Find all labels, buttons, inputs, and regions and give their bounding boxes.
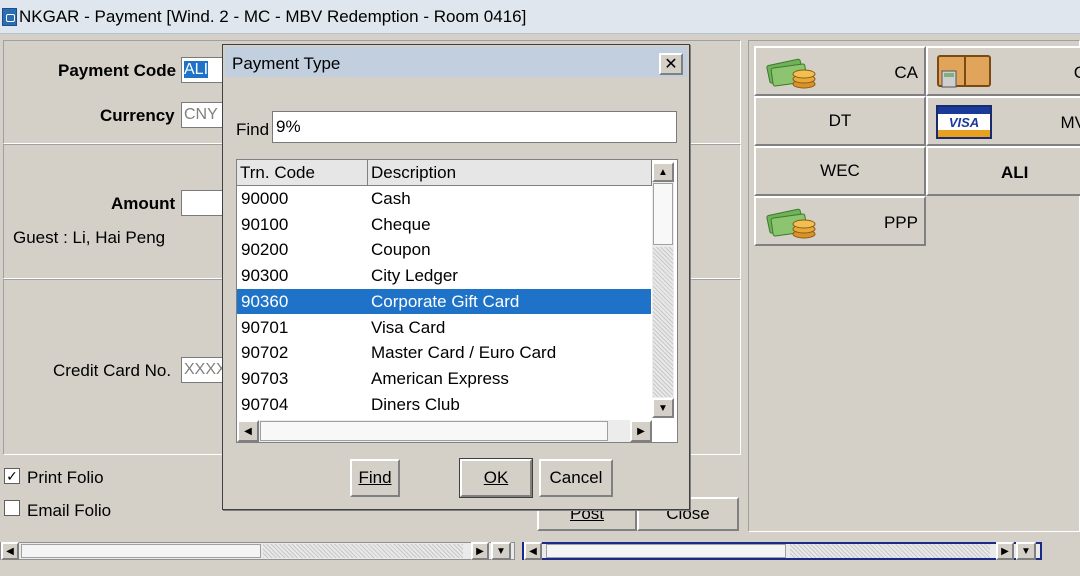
email-folio-checkbox[interactable] — [4, 500, 20, 516]
column-header-description[interactable]: Description — [368, 160, 652, 186]
list-horizontal-scrollbar[interactable]: ◀ ▶ — [237, 420, 652, 442]
description: Cash — [371, 189, 411, 208]
list-item[interactable]: 90100 Cheque — [237, 212, 651, 238]
description: Master Card / Euro Card — [371, 343, 557, 363]
find-label: Find — [236, 120, 270, 139]
trn-code: 90360 — [241, 291, 289, 311]
credit-card-label: Credit Card No. — [53, 361, 172, 380]
calculator-ledger-icon — [937, 55, 991, 88]
description: City Ledger — [371, 266, 458, 286]
visa-card-icon: VISA — [936, 105, 992, 139]
svg-text:VISA: VISA — [949, 115, 979, 130]
amount-label: Amount — [111, 194, 176, 213]
checkmark-icon: ✓ — [6, 468, 18, 484]
scroll-track[interactable] — [653, 247, 673, 397]
currency-label: Currency — [100, 106, 175, 125]
payment-type-dialog[interactable]: Payment Type ✕ Find 9% Trn. Code Descrip… — [222, 44, 690, 510]
trn-code: 90703 — [241, 368, 289, 388]
description: Diners Club — [371, 394, 460, 414]
list-item[interactable]: 90704 Diners Club — [237, 392, 651, 418]
scroll-left-arrow-icon[interactable]: ◀ — [1, 542, 19, 560]
description: Cheque — [371, 214, 431, 234]
window-title-bar[interactable]: NKGAR - Payment [Wind. 2 - MC - MBV Rede… — [0, 0, 1080, 34]
description: Coupon — [371, 240, 431, 260]
payment-button-label: ALI — [1001, 163, 1029, 182]
payment-button-label: MV — [1060, 113, 1080, 132]
bottom-scrollbar-left[interactable]: ◀ ▶ ▼ — [0, 542, 515, 560]
scroll-thumb[interactable] — [21, 544, 261, 558]
dialog-close-button[interactable]: ✕ — [659, 53, 683, 75]
guest-name: Guest : Li, Hai Peng — [13, 228, 166, 247]
payment-button-c[interactable]: C — [926, 46, 1080, 96]
description: American Express — [371, 368, 509, 388]
ok-button-label: OK — [483, 468, 509, 487]
trn-code: 90701 — [241, 317, 289, 337]
list-item[interactable]: 90703 American Express — [237, 366, 651, 392]
cancel-button-label: Cancel — [549, 468, 603, 487]
cancel-button[interactable]: Cancel — [539, 459, 613, 497]
dialog-title-bar[interactable]: Payment Type ✕ — [225, 47, 687, 77]
payment-button-wec[interactable]: WEC — [754, 146, 926, 196]
scroll-right-arrow-icon[interactable]: ▶ — [996, 542, 1014, 560]
description: Corporate Gift Card — [371, 291, 520, 311]
cash-icon — [766, 58, 816, 89]
ok-button[interactable]: OK — [459, 458, 533, 498]
scroll-down-arrow-icon[interactable]: ▼ — [652, 398, 674, 418]
payment-type-list[interactable]: Trn. Code Description 90000 Cash 90100 C… — [236, 159, 678, 443]
find-button[interactable]: Find — [350, 459, 400, 497]
list-vertical-scrollbar[interactable]: ▲ ▼ — [652, 162, 674, 418]
payment-button-label: CA — [894, 63, 918, 82]
description: Visa Card — [371, 317, 446, 337]
payment-button-ppp[interactable]: PPP — [754, 196, 926, 246]
trn-code: 90704 — [241, 394, 289, 414]
list-item[interactable]: 90200 Coupon — [237, 237, 651, 263]
scroll-track[interactable] — [790, 544, 990, 558]
scroll-right-arrow-icon[interactable]: ▶ — [630, 420, 652, 442]
find-button-label: Find — [358, 468, 392, 487]
trn-code: 90000 — [241, 189, 289, 208]
list-item[interactable]: 90701 Visa Card — [237, 315, 651, 341]
payment-button-ca[interactable]: CA — [754, 46, 926, 96]
window-title: NKGAR - Payment [Wind. 2 - MC - MBV Rede… — [19, 7, 527, 26]
scroll-right-arrow-icon[interactable]: ▶ — [471, 542, 489, 560]
payment-button-label: PPP — [883, 213, 918, 232]
print-folio-checkbox[interactable]: ✓ — [4, 468, 20, 484]
payment-code-label: Payment Code — [58, 61, 177, 80]
list-item-selected[interactable]: 90360 Corporate Gift Card — [237, 288, 651, 315]
scroll-thumb[interactable] — [546, 544, 786, 558]
scroll-down-arrow-icon[interactable]: ▼ — [1016, 542, 1036, 560]
print-folio-label[interactable]: Print Folio — [27, 468, 104, 488]
scroll-up-arrow-icon[interactable]: ▲ — [652, 162, 674, 182]
scroll-down-arrow-icon[interactable]: ▼ — [491, 542, 511, 560]
bottom-scrollbar-right[interactable]: ◀ ▶ ▼ — [522, 542, 1042, 560]
trn-code: 90100 — [241, 214, 289, 234]
scroll-left-arrow-icon[interactable]: ◀ — [237, 420, 259, 442]
column-header-trn-code[interactable]: Trn. Code — [237, 160, 368, 186]
scroll-left-arrow-icon[interactable]: ◀ — [524, 542, 542, 560]
trn-code: 90200 — [241, 240, 289, 260]
list-item[interactable]: 90300 City Ledger — [237, 263, 651, 289]
payment-button-dt[interactable]: DT — [754, 96, 926, 146]
app-icon — [2, 8, 17, 26]
close-icon: ✕ — [664, 56, 678, 73]
scroll-thumb[interactable] — [653, 183, 673, 245]
payment-button-label: WEC — [820, 161, 860, 180]
dialog-title: Payment Type — [232, 54, 341, 73]
payment-button-mv[interactable]: VISA MV — [926, 96, 1080, 146]
cash-icon — [766, 208, 816, 239]
trn-code: 90702 — [241, 343, 289, 363]
list-item[interactable]: 90702 Master Card / Euro Card — [237, 340, 651, 366]
scroll-track[interactable] — [263, 544, 463, 558]
email-folio-label[interactable]: Email Folio — [27, 501, 111, 521]
trn-code: 90300 — [241, 266, 289, 286]
payment-button-ali[interactable]: ALI — [926, 146, 1080, 196]
payment-button-label: DT — [828, 111, 852, 130]
scroll-thumb[interactable] — [260, 421, 608, 441]
list-rows: 90000 Cash 90100 Cheque 90200 Coupon 903… — [237, 186, 651, 420]
list-item[interactable]: 90000 Cash — [237, 186, 651, 212]
find-input[interactable]: 9% — [272, 111, 677, 143]
payment-button-label: C — [1073, 63, 1080, 82]
